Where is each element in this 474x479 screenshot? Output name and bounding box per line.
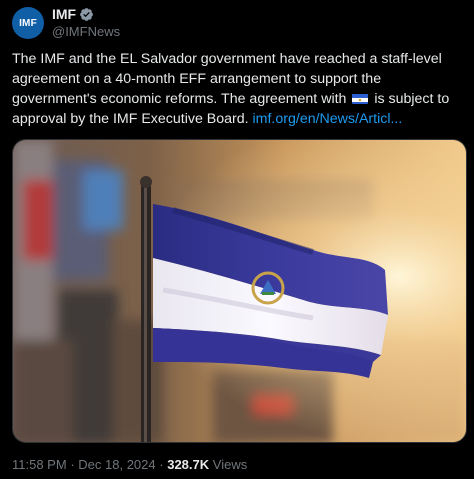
el-salvador-flag-icon — [352, 92, 369, 104]
avatar[interactable]: IMF — [12, 7, 44, 39]
views-label: Views — [212, 457, 248, 472]
display-name[interactable]: IMF — [52, 6, 76, 23]
tweet-image[interactable] — [12, 139, 467, 443]
tweet-header: IMF IMF @IMFNews — [12, 6, 120, 40]
tweet-time[interactable]: 11:58 PM — [12, 457, 67, 472]
name-row: IMF — [52, 6, 120, 23]
tweet: IMF IMF @IMFNews The IMF and the EL Salv… — [0, 0, 474, 479]
tweet-date[interactable]: Dec 18, 2024 — [78, 457, 155, 472]
meta-separator: · — [70, 457, 75, 472]
author-names: IMF @IMFNews — [52, 6, 120, 40]
article-link[interactable]: imf.org/en/News/Articl... — [253, 111, 403, 127]
handle[interactable]: @IMFNews — [52, 23, 120, 40]
tweet-text: The IMF and the EL Salvador government h… — [12, 49, 467, 129]
verified-badge-icon[interactable] — [79, 7, 94, 22]
flag-photo-icon — [13, 140, 466, 442]
tweet-meta: 11:58 PM · Dec 18, 2024 · 328.7K Views — [12, 457, 247, 472]
avatar-text: IMF — [19, 17, 37, 29]
meta-separator-2: · — [159, 457, 164, 472]
views-count[interactable]: 328.7K — [167, 457, 209, 472]
